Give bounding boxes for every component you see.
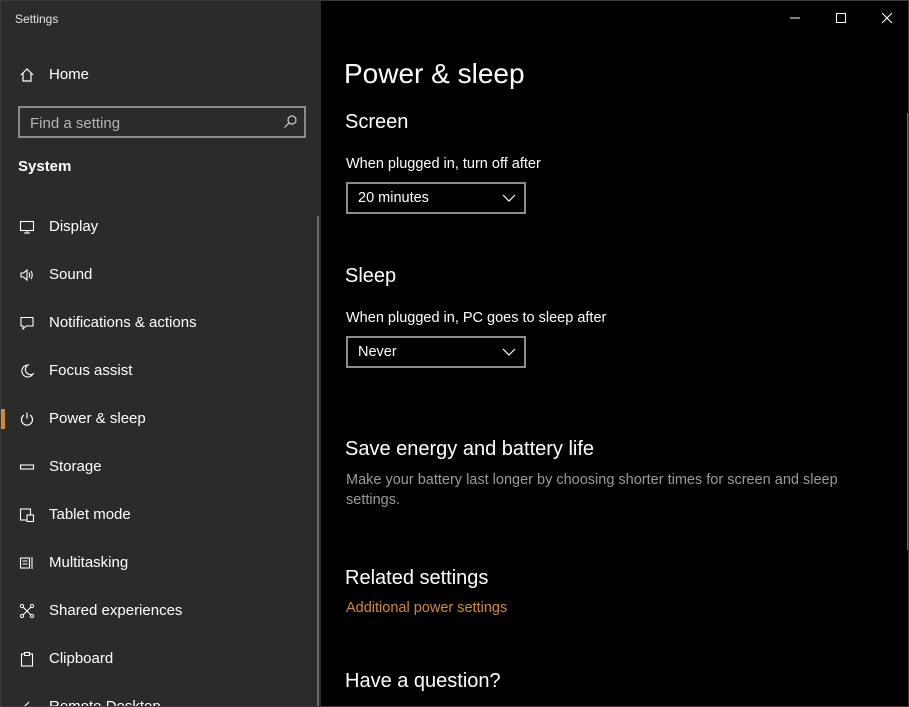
have-a-question-heading: Have a question? (345, 670, 501, 692)
notifications-icon (18, 314, 36, 332)
clipboard-icon (18, 650, 36, 668)
sidebar-item-display[interactable]: Display (1, 203, 321, 251)
storage-icon (18, 458, 36, 476)
sidebar-item-label: Storage (49, 458, 102, 475)
settings-window: Settings Home System Display (0, 0, 909, 707)
sidebar: Settings Home System Display (1, 1, 321, 707)
sidebar-item-label: Tablet mode (49, 506, 131, 523)
sidebar-item-label: Sound (49, 266, 93, 283)
sidebar-item-label: Power & sleep (49, 410, 146, 427)
sidebar-item-label: Notifications & actions (49, 314, 197, 331)
power-icon (18, 410, 36, 428)
sidebar-item-label: Display (49, 218, 99, 235)
section-label-system: System (18, 158, 72, 175)
close-button[interactable] (864, 1, 908, 35)
moon-icon (18, 362, 36, 380)
page-title: Power & sleep (344, 58, 525, 89)
sidebar-item-label: Remote Desktop (49, 698, 161, 707)
search-box[interactable] (18, 106, 306, 138)
screen-timeout-label: When plugged in, turn off after (346, 156, 541, 172)
home-link[interactable]: Home (1, 57, 321, 93)
screen-heading: Screen (345, 111, 409, 133)
sidebar-item-sound[interactable]: Sound (1, 251, 321, 299)
sidebar-item-clipboard[interactable]: Clipboard (1, 635, 321, 683)
sidebar-item-remote-desktop[interactable]: Remote Desktop (1, 683, 321, 707)
sidebar-nav: Display Sound Notifications & actions Fo… (1, 203, 321, 707)
sidebar-item-notifications[interactable]: Notifications & actions (1, 299, 321, 347)
additional-power-settings-link[interactable]: Additional power settings (346, 600, 507, 616)
maximize-button[interactable] (818, 1, 864, 35)
sidebar-scrollbar[interactable] (317, 216, 319, 706)
save-energy-heading: Save energy and battery life (345, 438, 595, 460)
home-label: Home (49, 66, 90, 83)
sidebar-item-label: Clipboard (49, 650, 114, 667)
sidebar-item-label: Shared experiences (49, 602, 183, 619)
screen-timeout-dropdown[interactable]: 20 minutes (346, 182, 526, 214)
shared-icon (18, 602, 36, 620)
search-input[interactable] (28, 108, 272, 138)
sidebar-item-storage[interactable]: Storage (1, 443, 321, 491)
minimize-button[interactable] (772, 1, 818, 35)
screen-timeout-value: 20 minutes (358, 190, 429, 206)
sidebar-item-power-sleep[interactable]: Power & sleep (1, 395, 321, 443)
maximize-icon (836, 13, 846, 23)
close-icon (881, 12, 893, 24)
sleep-timeout-value: Never (358, 344, 397, 360)
related-settings-heading: Related settings (345, 567, 489, 589)
chevron-down-icon (502, 194, 516, 202)
chevron-down-icon (502, 348, 516, 356)
sidebar-item-multitasking[interactable]: Multitasking (1, 539, 321, 587)
save-energy-description: Make your battery last longer by choosin… (346, 472, 838, 508)
multitasking-icon (18, 554, 36, 572)
sidebar-item-label: Focus assist (49, 362, 133, 379)
sleep-timeout-dropdown[interactable]: Never (346, 336, 526, 368)
sleep-heading: Sleep (345, 265, 397, 287)
sidebar-item-focus-assist[interactable]: Focus assist (1, 347, 321, 395)
search-icon[interactable] (282, 114, 298, 130)
app-title: Settings (15, 12, 59, 26)
main-content: Power & sleep Screen When plugged in, tu… (321, 1, 908, 706)
minimize-icon (790, 17, 800, 19)
display-icon (18, 218, 36, 236)
home-icon (18, 66, 36, 84)
sound-icon (18, 266, 36, 284)
sidebar-item-label: Multitasking (49, 554, 129, 571)
sidebar-item-tablet-mode[interactable]: Tablet mode (1, 491, 321, 539)
remote-desktop-icon (18, 698, 36, 706)
sidebar-item-shared-experiences[interactable]: Shared experiences (1, 587, 321, 635)
sleep-timeout-label: When plugged in, PC goes to sleep after (346, 310, 607, 326)
tablet-icon (18, 506, 36, 524)
